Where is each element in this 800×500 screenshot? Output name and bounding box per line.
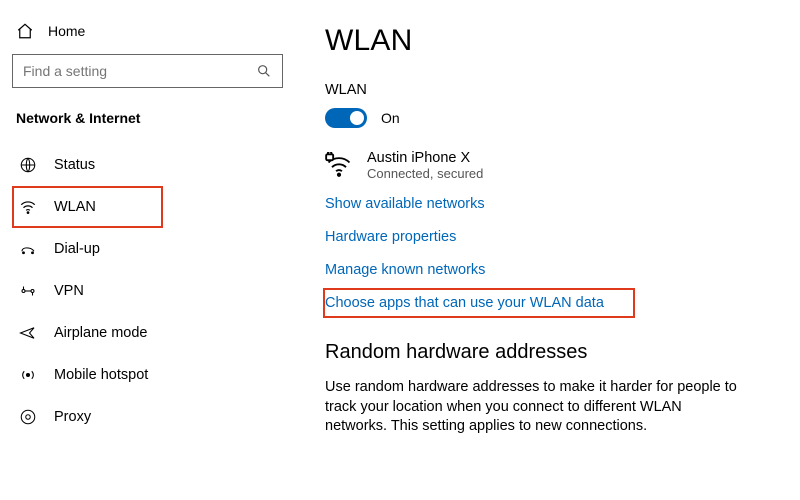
dialup-icon	[18, 240, 38, 258]
search-icon	[256, 63, 272, 79]
sidebar-item-label: Proxy	[54, 409, 91, 425]
search-input[interactable]	[23, 63, 256, 79]
search-input-container[interactable]	[12, 54, 283, 88]
home-label: Home	[48, 23, 85, 39]
sidebar-item-vpn[interactable]: VPN	[12, 270, 283, 312]
sidebar-item-airplane[interactable]: Airplane mode	[12, 312, 283, 354]
link-manage-known-networks[interactable]: Manage known networks	[325, 262, 485, 278]
toggle-section-label: WLAN	[325, 82, 770, 98]
link-choose-apps[interactable]: Choose apps that can use your WLAN data	[325, 295, 604, 311]
home-icon	[16, 22, 34, 40]
current-connection[interactable]: Austin iPhone X Connected, secured	[325, 150, 770, 181]
airplane-icon	[18, 324, 38, 342]
random-addresses-body: Use random hardware addresses to make it…	[325, 378, 745, 437]
sidebar-item-proxy[interactable]: Proxy	[12, 396, 283, 438]
main-panel: WLAN WLAN On Austin iPhone X Connected, …	[295, 0, 800, 500]
sidebar-item-label: Status	[54, 157, 95, 173]
connection-status: Connected, secured	[367, 166, 483, 181]
sidebar-item-hotspot[interactable]: Mobile hotspot	[12, 354, 283, 396]
sidebar-item-label: Mobile hotspot	[54, 367, 148, 383]
category-title: Network & Internet	[12, 110, 283, 126]
wlan-toggle[interactable]	[325, 108, 367, 128]
connection-name: Austin iPhone X	[367, 150, 483, 166]
sidebar-item-label: VPN	[54, 283, 84, 299]
page-title: WLAN	[325, 24, 770, 58]
toggle-state-label: On	[381, 110, 400, 126]
sidebar-item-dialup[interactable]: Dial-up	[12, 228, 283, 270]
connection-text: Austin iPhone X Connected, secured	[367, 150, 483, 181]
random-addresses-heading: Random hardware addresses	[325, 341, 770, 364]
sidebar-item-wlan[interactable]: WLAN	[12, 186, 283, 228]
globe-icon	[18, 156, 38, 174]
wlan-toggle-row: On	[325, 108, 770, 128]
home-nav[interactable]: Home	[12, 18, 283, 54]
hotspot-icon	[18, 366, 38, 384]
wifi-icon	[18, 198, 38, 216]
proxy-icon	[18, 408, 38, 426]
link-hardware-properties[interactable]: Hardware properties	[325, 229, 456, 245]
sidebar-item-label: Dial-up	[54, 241, 100, 257]
vpn-icon	[18, 282, 38, 300]
sidebar-item-label: WLAN	[54, 199, 96, 215]
link-choose-apps-wrap: Choose apps that can use your WLAN data	[325, 294, 770, 313]
wifi-lock-icon	[325, 152, 353, 180]
sidebar-item-label: Airplane mode	[54, 325, 148, 341]
sidebar-item-status[interactable]: Status	[12, 144, 283, 186]
settings-sidebar: Home Network & Internet Status WLAN Dial…	[0, 0, 295, 500]
link-show-networks[interactable]: Show available networks	[325, 196, 485, 212]
